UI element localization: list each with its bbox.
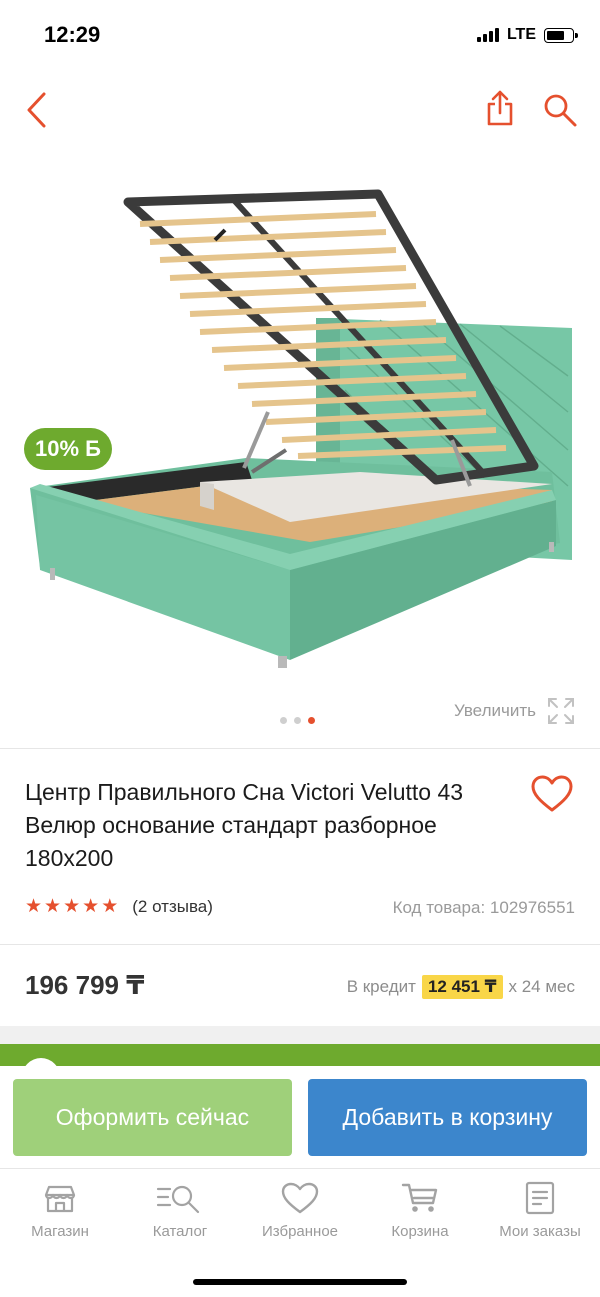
- pagination-dot[interactable]: [280, 717, 287, 724]
- zoom-label: Увеличить: [454, 701, 536, 720]
- status-time: 12:29: [44, 22, 101, 47]
- promo-banner[interactable]: [0, 1044, 600, 1066]
- zoom-button[interactable]: Увеличить: [454, 696, 576, 726]
- credit-prefix: В кредит: [346, 977, 416, 996]
- product-gallery[interactable]: 10% Б Увеличить: [0, 150, 600, 740]
- divider: [0, 944, 600, 945]
- credit-term: х 24 мес: [508, 977, 576, 996]
- product-rating[interactable]: ★ ★ ★ ★ ★ (2 отзыва): [25, 897, 213, 917]
- tab-label: Каталог: [152, 1223, 208, 1240]
- tab-orders[interactable]: Мои заказы: [480, 1181, 600, 1240]
- shop-icon: [44, 1185, 76, 1213]
- status-bar: 12:29 LTE: [0, 0, 600, 72]
- tab-catalog[interactable]: Каталог: [120, 1181, 240, 1240]
- pagination-dot-active[interactable]: [308, 717, 315, 724]
- status-indicators: LTE: [476, 26, 578, 44]
- star-icon: ★: [44, 896, 62, 917]
- search-button[interactable]: [538, 88, 582, 132]
- reviews-link[interactable]: (2 отзыва): [132, 897, 213, 917]
- bottom-tab-bar: Магазин Каталог Избранное Корзина Мои за…: [0, 1168, 600, 1297]
- star-icon: ★: [82, 896, 100, 917]
- product-price: 196 799 ₸: [25, 970, 145, 1000]
- discount-badge: 10% Б: [24, 428, 112, 470]
- tab-label: Магазин: [31, 1223, 89, 1240]
- pagination-dot[interactable]: [294, 717, 301, 724]
- tab-label: Избранное: [261, 1223, 339, 1240]
- home-indicator: [193, 1279, 407, 1285]
- heart-icon: [531, 775, 573, 812]
- product-title: Центр Правильного Сна Victori Velutto 43…: [25, 779, 464, 871]
- gallery-pagination: [280, 717, 315, 724]
- cart-icon: [401, 1183, 438, 1212]
- star-icon: ★: [101, 896, 119, 917]
- chevron-left-icon: [27, 92, 46, 128]
- add-to-cart-button[interactable]: Добавить в корзину: [308, 1079, 587, 1156]
- favorite-button[interactable]: [530, 774, 574, 819]
- signal-icon: [476, 28, 499, 42]
- credit-amount: 12 451 ₸: [421, 975, 503, 999]
- star-icon: ★: [25, 896, 43, 917]
- divider: [0, 748, 600, 749]
- tab-label: Корзина: [391, 1223, 449, 1240]
- buy-now-button[interactable]: Оформить сейчас: [13, 1079, 292, 1156]
- product-image[interactable]: [0, 150, 600, 690]
- action-bar: Оформить сейчас Добавить в корзину: [0, 1066, 600, 1166]
- network-label: LTE: [506, 26, 536, 43]
- heart-icon: [281, 1182, 319, 1214]
- top-navigation: [0, 80, 600, 140]
- tab-label: Мои заказы: [499, 1223, 581, 1240]
- promo-icon: [22, 1058, 60, 1066]
- tab-shop[interactable]: Магазин: [0, 1181, 120, 1240]
- tab-favorites[interactable]: Избранное: [240, 1181, 360, 1240]
- tab-cart[interactable]: Корзина: [360, 1181, 480, 1240]
- credit-offer[interactable]: В кредит 12 451 ₸ х 24 мес: [347, 975, 575, 999]
- expand-icon: [548, 698, 574, 724]
- orders-icon: [525, 1181, 555, 1215]
- section-separator: [0, 1026, 600, 1044]
- catalog-icon: [156, 1185, 200, 1214]
- share-icon: [487, 90, 513, 126]
- search-icon: [544, 94, 577, 127]
- share-button[interactable]: [480, 86, 520, 130]
- battery-icon: [544, 27, 578, 43]
- product-sku: Код товара: 102976551: [392, 898, 575, 917]
- star-icon: ★: [63, 896, 81, 917]
- back-button[interactable]: [18, 90, 54, 130]
